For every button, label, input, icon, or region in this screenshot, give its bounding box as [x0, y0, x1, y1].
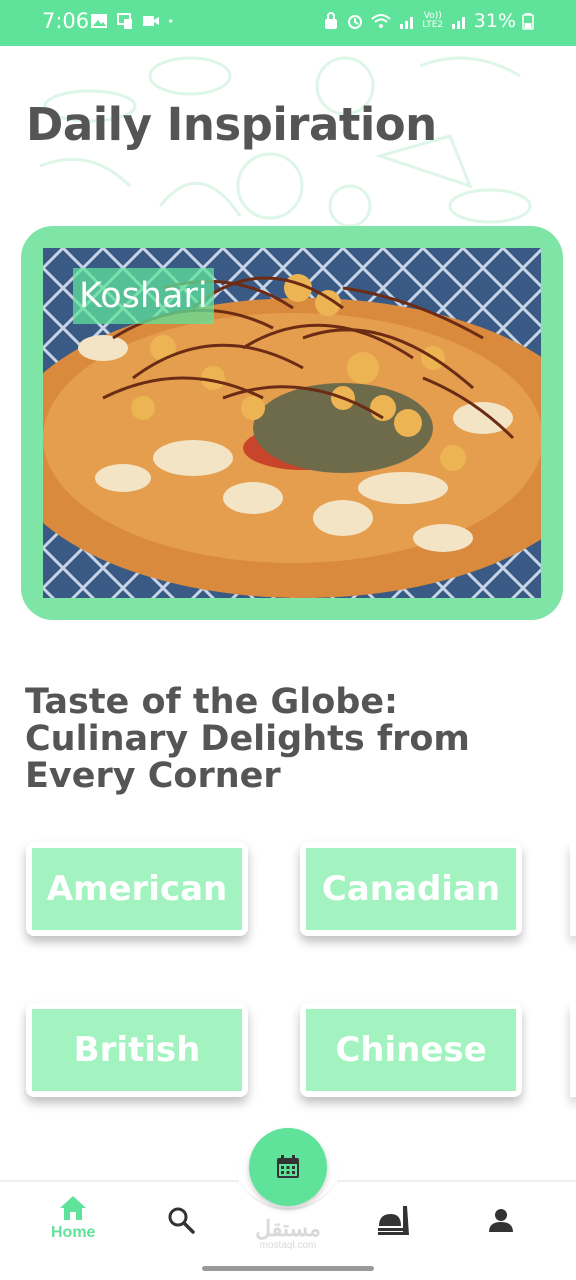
network-type: Vo)) LTE2 [422, 12, 444, 30]
cuisine-canadian-button[interactable]: Canadian [300, 842, 522, 936]
home-icon [60, 1196, 87, 1220]
watermark: مستقل mostaql.com [252, 1218, 324, 1252]
cast-icon [117, 13, 132, 29]
battery-icon [522, 13, 534, 30]
lock-icon [324, 12, 337, 29]
page-title: Daily Inspiration [26, 98, 437, 151]
network-label-bottom: LTE2 [422, 20, 444, 30]
cuisine-next-partial[interactable] [570, 1003, 576, 1097]
wifi-icon [371, 14, 391, 28]
home-indicator[interactable] [202, 1266, 374, 1271]
nav-profile[interactable] [487, 1206, 515, 1234]
cuisine-american-button[interactable]: American [26, 842, 248, 936]
signal-icon [399, 17, 413, 29]
cuisine-british-button[interactable]: British [26, 1003, 248, 1097]
signal-icon-2 [451, 17, 465, 29]
dish-image: Koshari [43, 248, 541, 598]
cuisine-label: Chinese [306, 1009, 516, 1091]
cuisine-chinese-button[interactable]: Chinese [300, 1003, 522, 1097]
nav-home[interactable]: Home [51, 1194, 95, 1242]
section-subtitle: Taste of the Globe: Culinary Delights fr… [25, 682, 470, 796]
calendar-icon [277, 1155, 299, 1178]
nav-food[interactable] [377, 1204, 411, 1236]
daily-inspiration-card[interactable]: Koshari [21, 226, 563, 620]
cuisine-label: British [32, 1009, 242, 1091]
nav-home-label: Home [51, 1224, 96, 1241]
status-notifications [90, 12, 178, 30]
nav-search[interactable] [167, 1206, 195, 1234]
food-icon [378, 1206, 409, 1235]
cuisine-label: American [32, 848, 242, 930]
video-icon [143, 16, 159, 26]
profile-icon [489, 1209, 513, 1232]
calendar-fab-button[interactable] [249, 1128, 327, 1206]
search-icon [168, 1207, 195, 1234]
status-time: 7:06 [42, 9, 90, 33]
battery-percent: 31% [473, 10, 516, 32]
cuisine-next-partial[interactable] [570, 842, 576, 936]
status-bar: 7:06 Vo)) LTE2 31% [0, 0, 576, 46]
dish-name: Koshari [73, 268, 214, 324]
dot-icon [169, 19, 173, 23]
gallery-icon [91, 14, 107, 28]
cuisine-label: Canadian [306, 848, 516, 930]
alarm-icon [347, 15, 362, 29]
watermark-site: mostaql.com [259, 1240, 317, 1251]
watermark-brand: مستقل [255, 1216, 321, 1241]
status-system: Vo)) LTE2 31% [322, 10, 534, 32]
